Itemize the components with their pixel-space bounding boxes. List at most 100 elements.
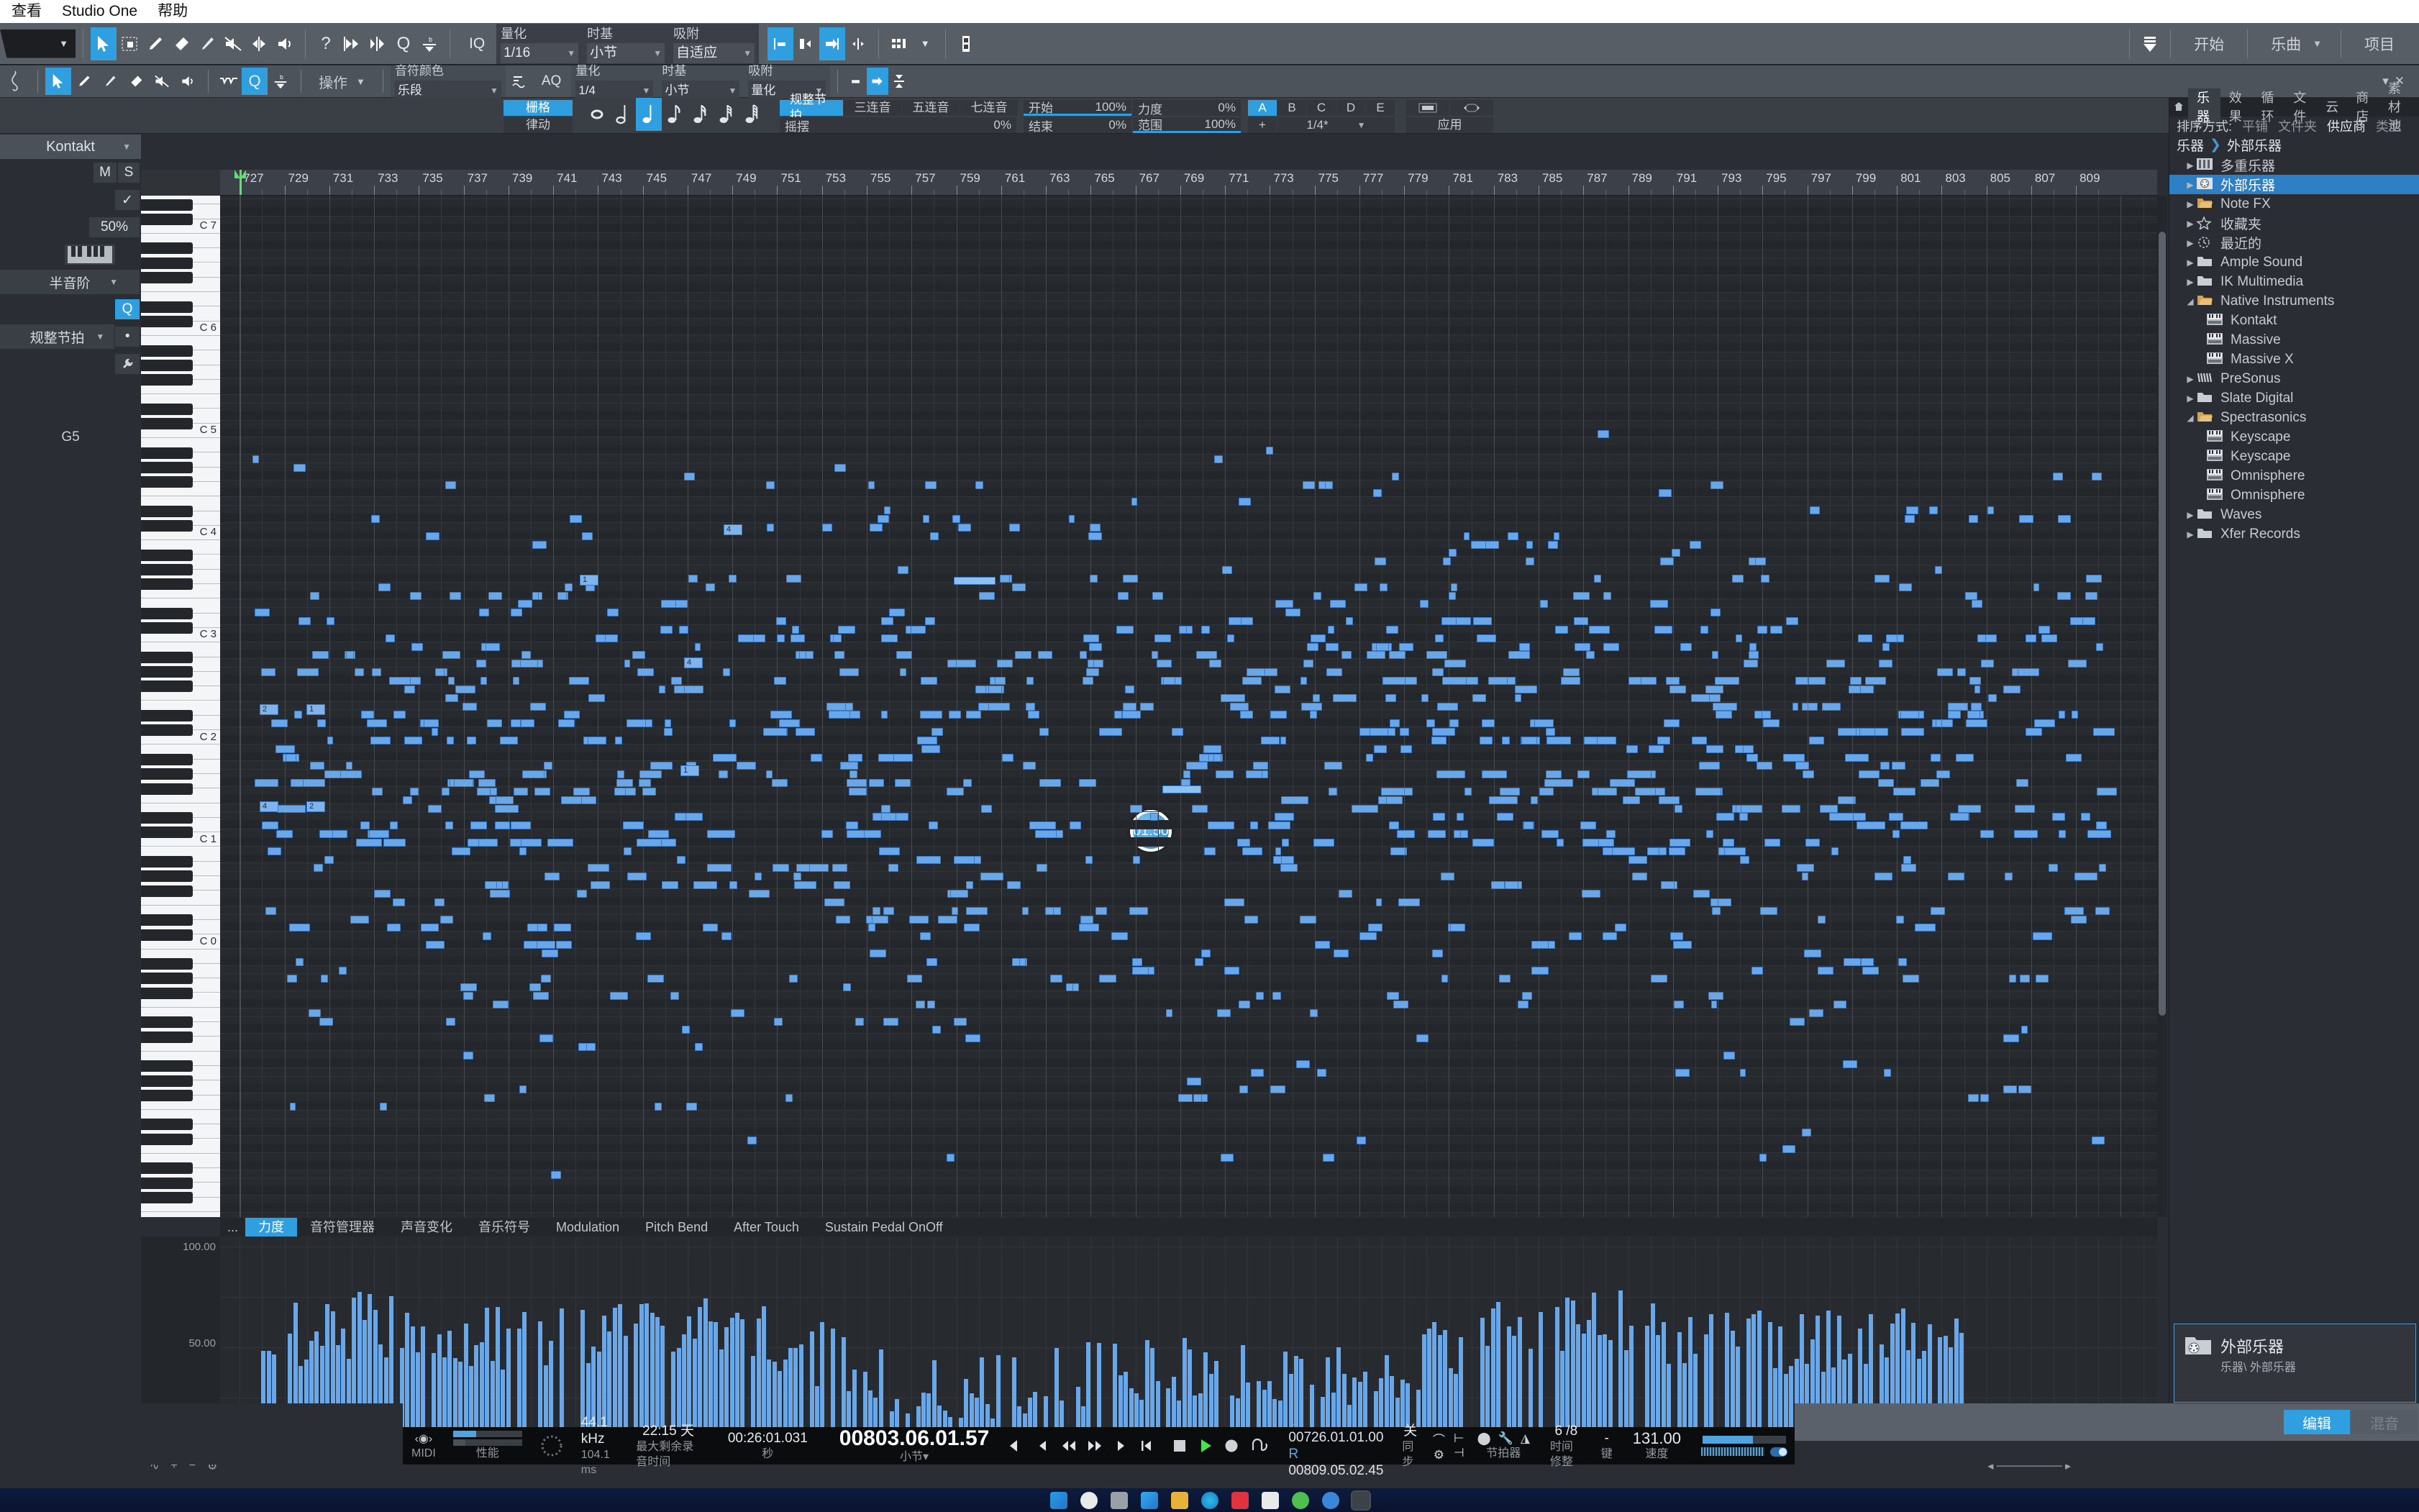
midi-note[interactable] (1270, 1085, 1285, 1094)
velocity-bar[interactable] (714, 1322, 718, 1440)
midi-note[interactable] (1623, 796, 1640, 804)
midi-note[interactable] (1281, 855, 1294, 864)
stop-button[interactable] (1167, 1434, 1192, 1458)
midi-note[interactable] (1901, 864, 1916, 873)
midi-note[interactable] (1150, 813, 1158, 821)
midi-note[interactable] (1313, 591, 1321, 600)
midi-note[interactable] (1739, 813, 1748, 821)
midi-note[interactable] (1329, 787, 1337, 796)
midi-note[interactable] (686, 1103, 697, 1111)
chevron-right-icon[interactable]: ▶ (2184, 374, 2197, 384)
midi-note[interactable] (1711, 1000, 1717, 1008)
midi-note[interactable] (1690, 540, 1701, 549)
velocity-percent[interactable]: 50% (89, 217, 140, 237)
midi-note[interactable] (966, 881, 973, 890)
midi-note[interactable] (1502, 736, 1510, 744)
velocity-bar[interactable] (1565, 1298, 1570, 1440)
velocity-bar[interactable] (1746, 1319, 1751, 1440)
piano-black-key[interactable] (141, 724, 193, 737)
midi-note[interactable] (1435, 634, 1444, 642)
midi-note[interactable] (846, 821, 858, 830)
midi-note[interactable] (1114, 711, 1122, 719)
midi-note[interactable] (1163, 676, 1175, 685)
midi-note[interactable] (1526, 557, 1534, 566)
midi-note[interactable] (289, 924, 310, 932)
midi-note[interactable] (539, 1034, 553, 1043)
midi-note[interactable] (988, 702, 1010, 711)
midi-note[interactable] (966, 711, 981, 719)
midi-note[interactable] (1038, 651, 1052, 660)
midi-note[interactable] (1980, 1094, 1989, 1103)
midi-note[interactable] (990, 676, 996, 685)
mix-view-button[interactable]: 混音 (2351, 1410, 2418, 1434)
midi-note[interactable] (1441, 873, 1454, 881)
midi-note[interactable] (909, 915, 929, 924)
midi-note[interactable] (581, 796, 596, 804)
midi-note[interactable] (1610, 779, 1635, 788)
browser-tree-item[interactable]: Omnisphere (2169, 466, 2419, 486)
piano-black-key[interactable] (141, 578, 193, 591)
midi-note[interactable] (511, 821, 531, 830)
piano-black-key[interactable] (141, 374, 193, 386)
midi-note[interactable] (1239, 1000, 1250, 1008)
midi-note[interactable] (1221, 1154, 1234, 1162)
midi-note[interactable] (1028, 711, 1039, 719)
piano-black-key[interactable] (141, 476, 193, 488)
midi-note[interactable] (749, 890, 770, 898)
midi-note[interactable] (321, 975, 328, 983)
midi-note[interactable] (1903, 855, 1911, 864)
gear-icon[interactable]: ⚙ (1434, 1448, 1444, 1462)
midi-note[interactable] (1392, 472, 1399, 481)
midi-note[interactable] (1400, 728, 1409, 737)
arrow-tool-icon-2[interactable] (45, 68, 71, 95)
midi-note[interactable] (772, 779, 788, 788)
midi-note[interactable] (684, 685, 703, 693)
midi-note-labeled[interactable]: 4 (684, 657, 703, 668)
midi-note[interactable] (1432, 728, 1455, 737)
midi-note[interactable] (1428, 830, 1446, 839)
midi-note[interactable] (1858, 634, 1872, 642)
midi-note[interactable] (1456, 617, 1471, 626)
midi-note[interactable] (642, 787, 656, 796)
loop-range-display[interactable]: L 00726.01.01.00 R 00809.05.02.45 (1275, 1413, 1392, 1478)
automation-tab-music-symbols[interactable]: 音乐符号 (465, 1218, 543, 1237)
midi-note[interactable] (1594, 574, 1601, 583)
next-marker-button[interactable] (1108, 1434, 1133, 1458)
midi-note[interactable] (949, 711, 961, 719)
song-chevron-icon[interactable]: ▼ (2313, 38, 2333, 49)
piano-black-key[interactable] (141, 403, 193, 415)
midi-note[interactable] (1826, 660, 1845, 668)
midi-note[interactable] (535, 941, 555, 949)
midi-note[interactable] (1222, 566, 1232, 575)
midi-note[interactable] (1874, 873, 1892, 881)
task-view-icon[interactable] (1110, 1491, 1128, 1509)
midi-note[interactable] (1666, 676, 1680, 685)
velocity-bar[interactable] (506, 1329, 511, 1440)
midi-note[interactable] (1307, 642, 1318, 651)
midi-note[interactable] (1140, 702, 1154, 711)
velocity-bar[interactable] (405, 1313, 409, 1440)
midi-note[interactable] (426, 941, 445, 949)
midi-note[interactable] (834, 881, 850, 890)
bounce-center-icon[interactable] (365, 27, 391, 60)
midi-note[interactable] (493, 1000, 509, 1008)
midi-note[interactable] (309, 1008, 321, 1017)
midi-note[interactable] (1482, 770, 1507, 779)
app-white-icon[interactable] (1261, 1491, 1279, 1509)
midi-note[interactable] (1521, 736, 1537, 744)
view-chevron-icon[interactable]: ▼ (912, 27, 938, 60)
midi-note[interactable] (1632, 873, 1647, 881)
midi-note[interactable] (1844, 957, 1861, 966)
midi-note[interactable] (737, 762, 756, 770)
midi-note[interactable] (2005, 873, 2013, 881)
midi-note[interactable] (1397, 830, 1415, 839)
midi-note[interactable] (1741, 804, 1762, 813)
midi-note[interactable] (2064, 906, 2084, 915)
midi-note[interactable] (1880, 762, 1890, 770)
midi-note[interactable] (1759, 1154, 1767, 1162)
apply-button[interactable]: 应用 (1406, 117, 1493, 133)
midi-note[interactable] (1229, 617, 1242, 626)
browser-tree[interactable]: ▶ 多重乐器 ▶ 外部乐器 ▶ Note FX ▶ 收藏夹 ▶ 最近的 ▶ Ample Sound ▶ I… (2169, 155, 2419, 544)
midi-note[interactable] (255, 779, 278, 788)
midi-note[interactable] (1906, 506, 1918, 515)
